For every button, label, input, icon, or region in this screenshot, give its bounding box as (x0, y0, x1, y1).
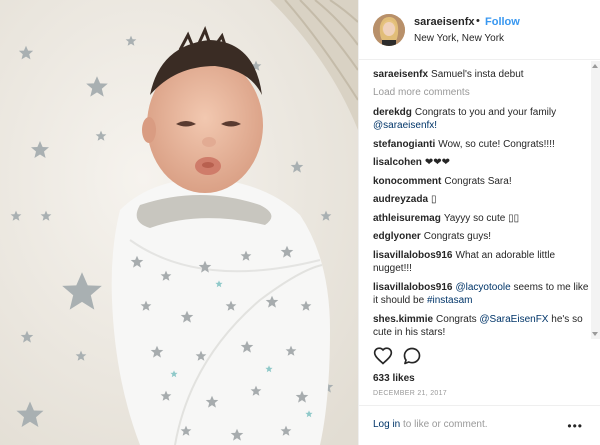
scroll-up-arrow-icon[interactable] (592, 64, 598, 68)
comment-text: ▯ (431, 194, 437, 205)
avatar[interactable] (373, 14, 405, 46)
comment-text: Congrats (436, 313, 480, 325)
comment-text: ❤❤❤ (424, 157, 451, 168)
comment: audreyzada ▯ (373, 193, 591, 207)
comment: konocomment Congrats Sara! (373, 175, 591, 189)
caption: saraeisenfx Samuel's insta debut (373, 68, 591, 82)
baby-photo-illustration (0, 0, 358, 445)
comment-text: Yayyy so cute ▯▯ (443, 212, 520, 224)
separator-dot: • (476, 15, 480, 27)
post-date: DECEMBER 21, 2017 (373, 390, 447, 397)
post-photo[interactable] (0, 0, 358, 445)
scroll-down-arrow-icon[interactable] (592, 332, 598, 336)
comment-username[interactable]: derekdg (373, 107, 412, 118)
comment-mention[interactable]: @saraeisenfx! (373, 120, 437, 131)
comments-list: saraeisenfx Samuel's insta debut Load mor… (373, 68, 591, 336)
comment: lisavillalobos916 @lacyotoole seems to me… (373, 281, 591, 308)
comments-scrollbar[interactable] (591, 61, 600, 339)
comment-icon[interactable] (402, 346, 422, 366)
comment-username[interactable]: konocomment (373, 176, 441, 187)
comment-username[interactable]: stefanogianti (373, 139, 435, 150)
comment-username[interactable]: athleisuremag (373, 213, 441, 224)
comment-username[interactable]: lisavillalobos916 (373, 250, 453, 261)
comment-text: Congrats Sara! (444, 175, 512, 187)
comment: edglyoner Congrats guys! (373, 230, 591, 244)
load-more-comments-button[interactable]: Load more comments (373, 87, 591, 98)
location-link[interactable]: New York, New York (414, 33, 504, 44)
username[interactable]: saraeisenfx (414, 16, 475, 28)
follow-button[interactable]: Follow (485, 16, 520, 28)
comment-mention[interactable]: @lacyotoole (456, 282, 511, 293)
comment-username[interactable]: audreyzada (373, 194, 428, 205)
comment-username[interactable]: lisavillalobos916 (373, 282, 453, 293)
heart-icon[interactable] (373, 346, 393, 366)
caption-text: Samuel's insta debut (431, 69, 524, 80)
comment: stefanogianti Wow, so cute! Congrats!!!! (373, 138, 591, 152)
caption-username[interactable]: saraeisenfx (373, 69, 428, 80)
comment-text: Congrats to you and your family (414, 106, 557, 118)
comment: shes.kimmie Congrats @SaraEisenFX he's so… (373, 313, 591, 337)
login-prompt: Log in to like or comment. (373, 419, 488, 430)
post-sidebar: saraeisenfx • Follow New York, New York … (358, 0, 600, 445)
comment-text: Wow, so cute! Congrats!!!! (438, 138, 555, 150)
comment: derekdg Congrats to you and your family @… (373, 106, 591, 133)
comment: lisavillalobos916 What an adorable little… (373, 249, 591, 276)
comment-username[interactable]: lisalcohen (373, 157, 422, 168)
comment-username[interactable]: edglyoner (373, 231, 421, 242)
post-header: saraeisenfx • Follow New York, New York (359, 0, 600, 60)
more-options-icon[interactable]: ••• (567, 419, 583, 433)
comment: athleisuremag Yayyy so cute ▯▯ (373, 212, 591, 226)
login-link[interactable]: Log in (373, 419, 400, 430)
login-prompt-text: to like or comment. (400, 419, 488, 430)
comment: lisalcohen ❤❤❤ (373, 156, 591, 170)
comment-text: Congrats guys! (423, 231, 492, 242)
login-footer: Log in to like or comment. ••• (359, 405, 600, 445)
comment-username[interactable]: shes.kimmie (373, 314, 433, 325)
comment-mention[interactable]: @SaraEisenFX (479, 314, 548, 325)
comment-hashtag[interactable]: #instasam (427, 295, 473, 306)
likes-count[interactable]: 633 likes (373, 373, 415, 384)
